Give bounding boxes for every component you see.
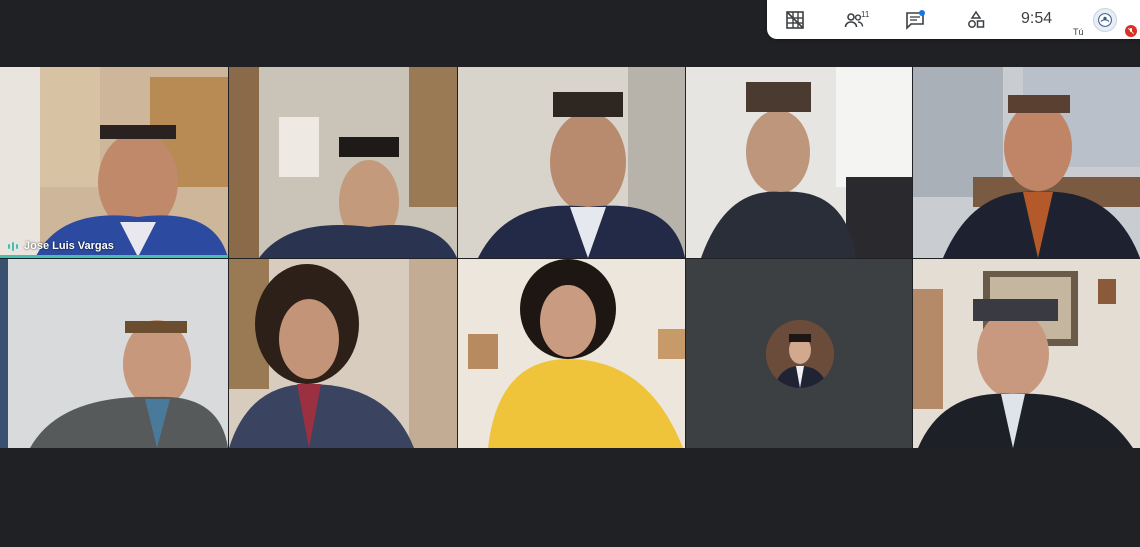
participant-tile[interactable] bbox=[458, 259, 685, 448]
participant-avatar-image bbox=[766, 320, 834, 388]
self-avatar-icon bbox=[1098, 13, 1112, 27]
chat-unread-dot bbox=[919, 10, 925, 16]
participant-video bbox=[229, 67, 457, 258]
participant-tile[interactable] bbox=[913, 67, 1140, 258]
activities-icon bbox=[968, 10, 985, 28]
clock-time: 9:54 bbox=[1021, 10, 1053, 27]
participant-video bbox=[0, 67, 228, 258]
participant-tile[interactable] bbox=[686, 259, 912, 448]
participants-count-badge: 11 bbox=[861, 10, 870, 19]
activities-button[interactable] bbox=[964, 8, 988, 32]
self-label: Tú bbox=[1073, 27, 1084, 37]
mic-off-icon bbox=[1128, 28, 1134, 34]
participant-name: Jose Luis Vargas bbox=[24, 240, 114, 252]
self-avatar[interactable] bbox=[1093, 8, 1117, 32]
speaking-indicator bbox=[0, 255, 228, 258]
participant-video bbox=[0, 259, 228, 448]
tile-layout-icon bbox=[786, 11, 804, 29]
participant-tile[interactable] bbox=[229, 67, 457, 258]
meeting-toolbar bbox=[767, 0, 1140, 39]
audio-level-icon bbox=[8, 241, 18, 251]
participant-avatar bbox=[766, 320, 834, 388]
participant-tile[interactable] bbox=[686, 67, 912, 258]
participant-tile[interactable] bbox=[0, 259, 228, 448]
participant-video bbox=[458, 67, 685, 258]
participant-video bbox=[686, 67, 912, 258]
participant-name-tag: Jose Luis Vargas bbox=[8, 240, 114, 252]
participant-video bbox=[913, 259, 1140, 448]
participant-tile[interactable] bbox=[458, 67, 685, 258]
participant-tile[interactable]: Jose Luis Vargas bbox=[0, 67, 228, 258]
participant-tile[interactable] bbox=[913, 259, 1140, 448]
tile-layout-button[interactable] bbox=[783, 8, 807, 32]
participant-video bbox=[913, 67, 1140, 258]
participant-video bbox=[229, 259, 457, 448]
self-mic-off-indicator bbox=[1125, 25, 1137, 37]
participant-tile[interactable] bbox=[229, 259, 457, 448]
participant-video bbox=[458, 259, 685, 448]
